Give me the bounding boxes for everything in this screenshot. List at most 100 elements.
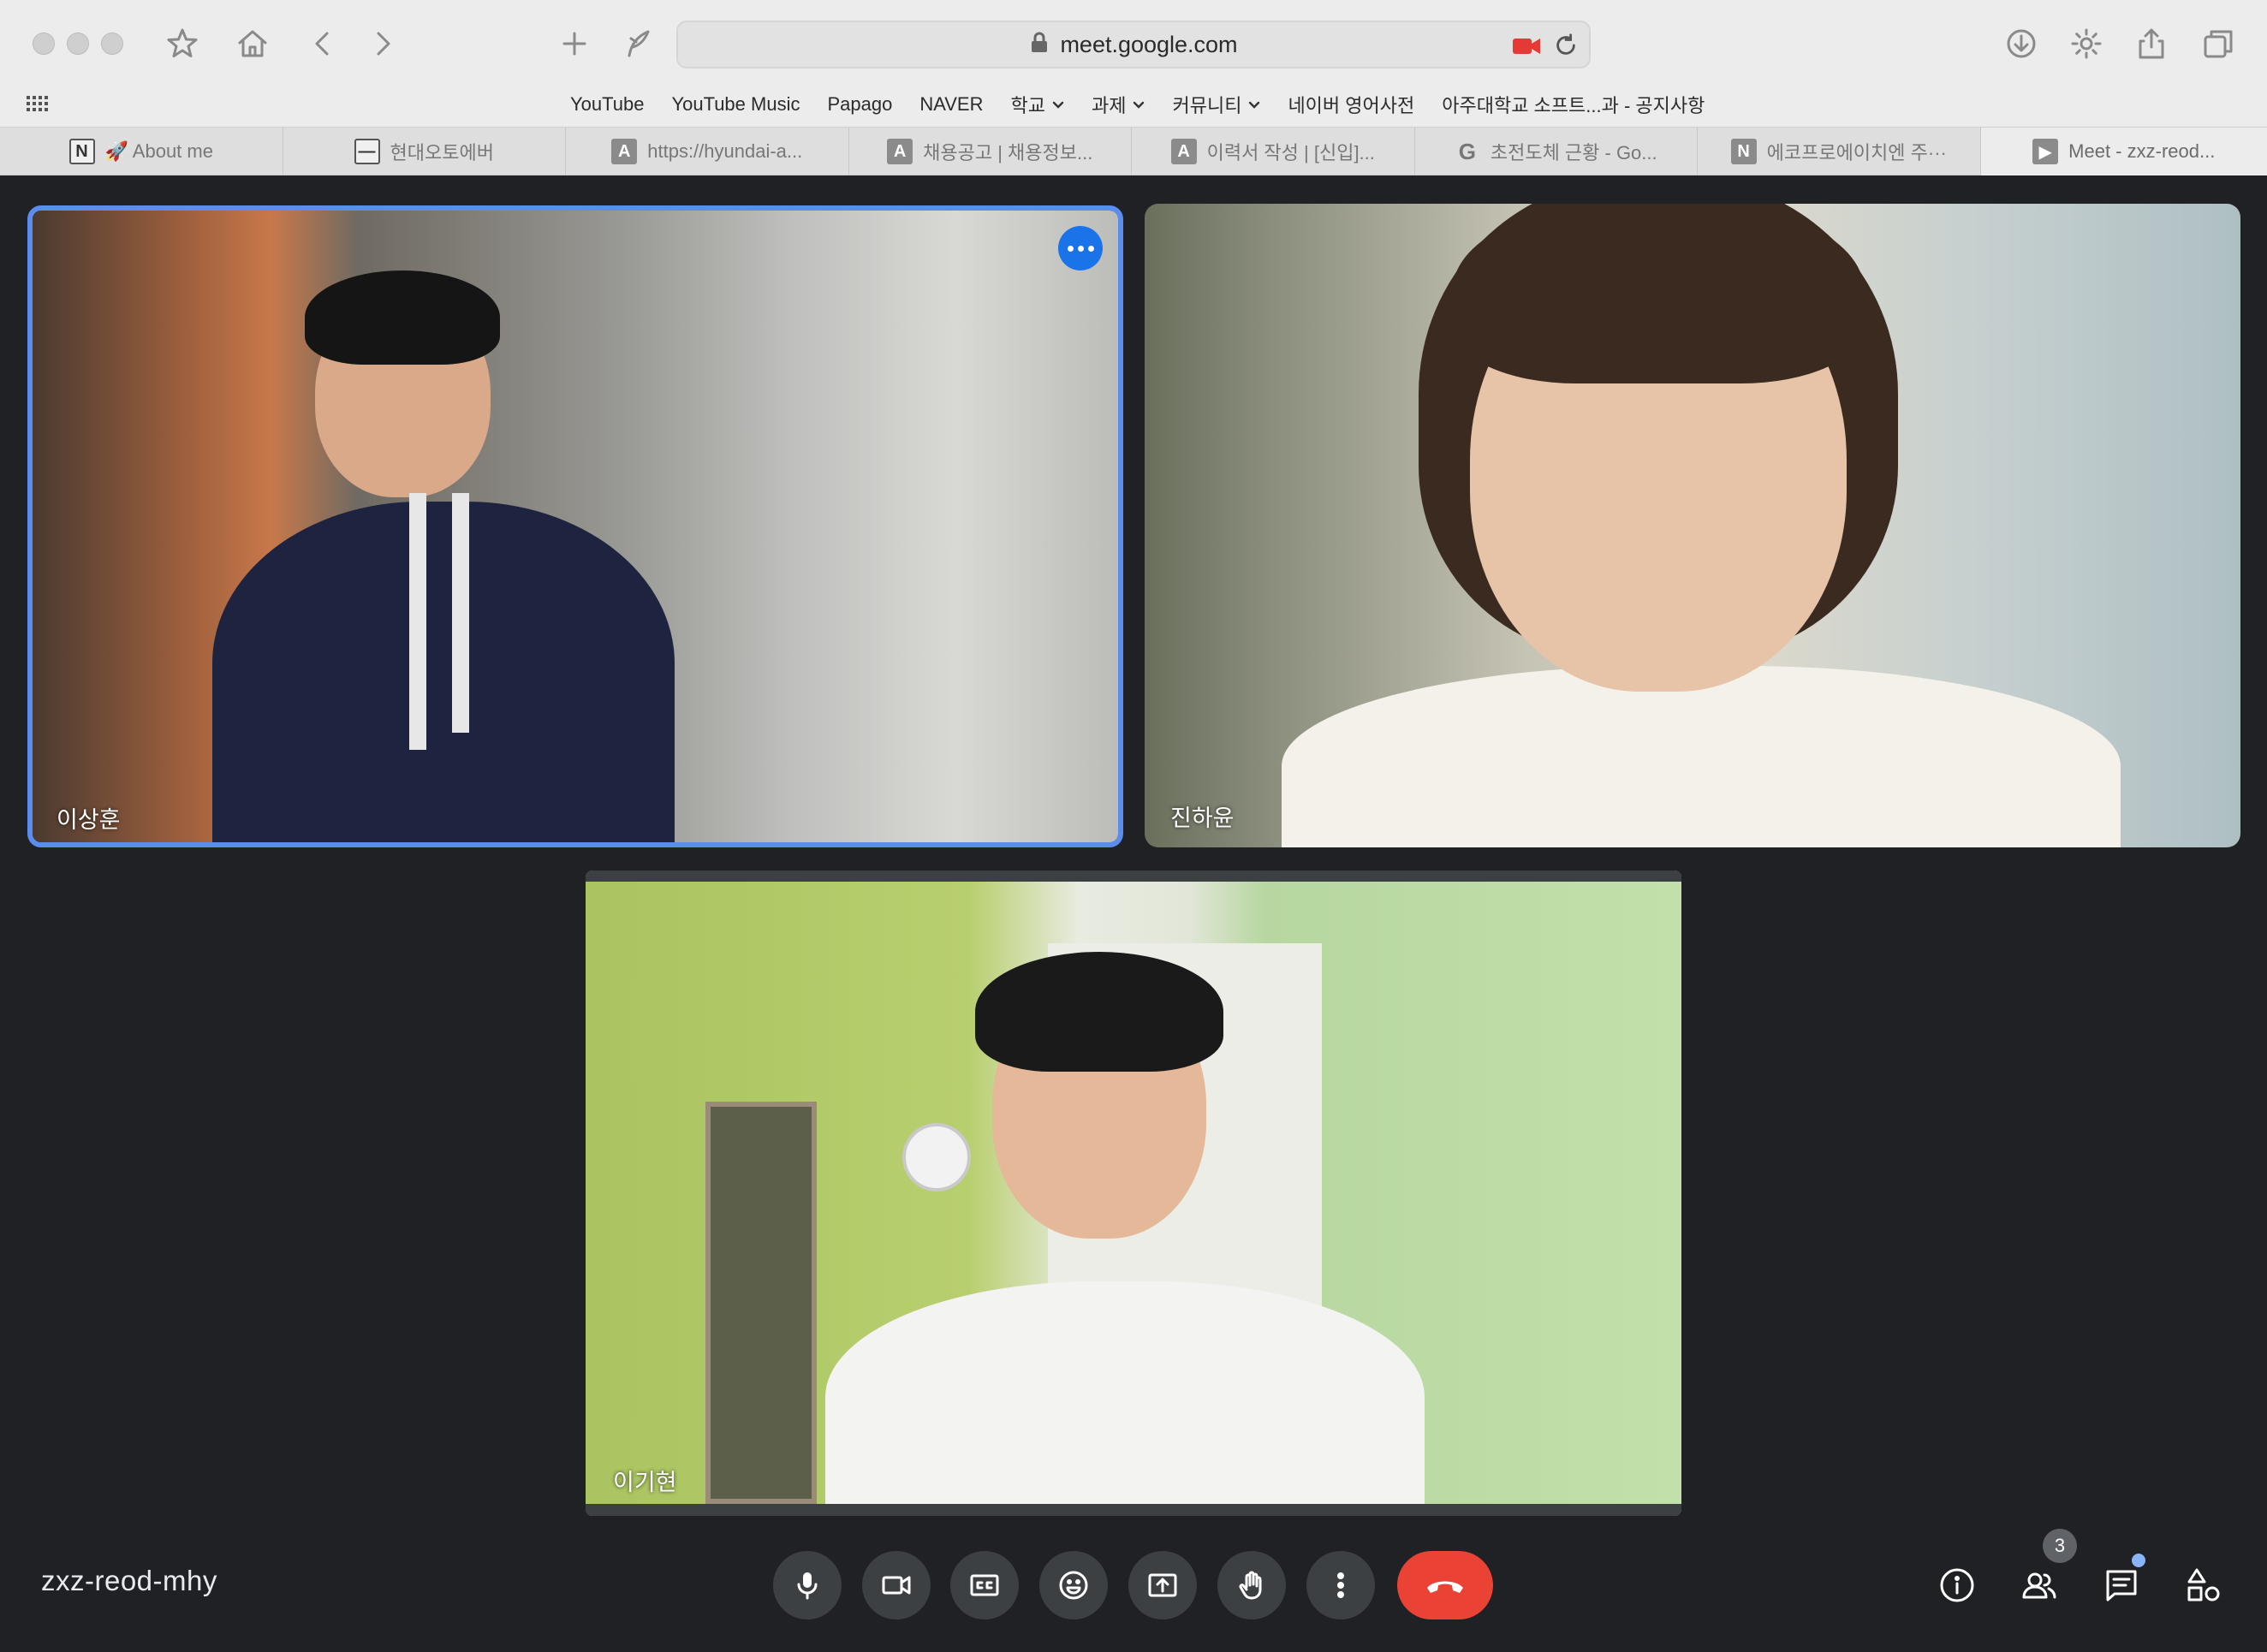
captions-icon bbox=[970, 1574, 999, 1596]
dot-icon bbox=[1087, 245, 1094, 252]
microphone-button[interactable] bbox=[773, 1551, 842, 1619]
tab-label: https://hyundai-a... bbox=[647, 140, 803, 162]
participant-figure bbox=[1145, 204, 2240, 847]
bookmark-label: YouTube bbox=[570, 93, 645, 115]
wall-clock bbox=[902, 1123, 971, 1191]
present-icon bbox=[1148, 1573, 1177, 1597]
hangup-icon bbox=[1427, 1581, 1463, 1593]
apps-grid-icon[interactable] bbox=[26, 94, 50, 119]
bookmark-item[interactable]: 아주대학교 소프트...과 - 공지사항 bbox=[1442, 91, 1705, 118]
bookmark-label: 아주대학교 소프트...과 - 공지사항 bbox=[1442, 95, 1705, 116]
chat-icon bbox=[2106, 1570, 2137, 1601]
participant-figure bbox=[586, 871, 1681, 1516]
bookmark-item[interactable]: 네이버 영어사전 bbox=[1288, 91, 1414, 118]
chevron-down-icon bbox=[1052, 101, 1064, 109]
more-options-button[interactable] bbox=[1306, 1551, 1375, 1619]
tab-label: 🚀 About me bbox=[104, 140, 213, 162]
close-window-button[interactable] bbox=[33, 33, 55, 55]
browser-tab[interactable]: — 현대오토에버 bbox=[283, 128, 566, 175]
participant-tile-3[interactable]: 이기현 bbox=[586, 871, 1681, 1516]
browser-tab[interactable]: Ahttps://hyundai-a... bbox=[566, 128, 849, 175]
address-bar[interactable]: meet.google.com bbox=[676, 21, 1591, 68]
bookmark-label: YouTube Music bbox=[671, 93, 800, 115]
bookmark-item[interactable]: YouTube Music bbox=[671, 93, 800, 116]
camera-button[interactable] bbox=[862, 1551, 931, 1619]
bookmark-item[interactable]: YouTube bbox=[570, 93, 644, 116]
bookmark-item[interactable]: 과제 bbox=[1092, 91, 1145, 118]
meeting-code: zxz-reod-mhy bbox=[41, 1565, 217, 1596]
people-count-badge: 3 bbox=[2043, 1529, 2077, 1563]
tab-label: Meet - zxz-reod... bbox=[2068, 140, 2216, 162]
leave-call-button[interactable] bbox=[1397, 1551, 1493, 1619]
bookmarks-bar: YouTube YouTube Music Papago NAVER 학교 과제 커뮤니티 네… bbox=[0, 86, 2267, 125]
favicon-icon: A bbox=[1170, 139, 1197, 164]
tile-top-bar bbox=[586, 871, 1681, 882]
favicon-icon: N bbox=[68, 139, 95, 164]
camera-recording-icon[interactable] bbox=[1512, 34, 1541, 62]
bookmark-star-icon[interactable] bbox=[161, 22, 204, 65]
favicon-icon: — bbox=[354, 139, 380, 164]
chevron-down-icon bbox=[1134, 101, 1145, 109]
reload-icon[interactable] bbox=[1553, 33, 1579, 62]
activities-icon bbox=[2187, 1568, 2220, 1601]
browser-toolbar: meet.google.com bbox=[0, 0, 2267, 86]
settings-gear-icon[interactable] bbox=[2065, 22, 2108, 65]
meeting-details-button[interactable] bbox=[1931, 1560, 1983, 1611]
hand-icon bbox=[1239, 1571, 1262, 1600]
bookmark-item[interactable]: 학교 bbox=[1011, 91, 1064, 118]
camera-icon bbox=[882, 1576, 911, 1595]
browser-tab[interactable]: N 에코프로에이치엔 주··· bbox=[1698, 128, 1981, 175]
bookmark-list: YouTube YouTube Music Papago NAVER 학교 과제 커뮤니티 네… bbox=[570, 91, 1705, 118]
more-options-button[interactable] bbox=[1058, 226, 1103, 270]
bookmark-label: 과제 bbox=[1091, 95, 1127, 116]
people-icon bbox=[2022, 1572, 2056, 1599]
participant-name: 진하윤 bbox=[1170, 805, 1235, 831]
people-button[interactable] bbox=[2014, 1560, 2065, 1611]
present-screen-button[interactable] bbox=[1128, 1551, 1197, 1619]
participant-tile-1[interactable]: 이상훈 bbox=[27, 205, 1123, 847]
bookmark-label: NAVER bbox=[919, 93, 984, 115]
bookmark-label: 네이버 영어사전 bbox=[1288, 95, 1415, 116]
emoji-icon bbox=[1059, 1571, 1088, 1600]
browser-tab[interactable]: A 채용공고 | 채용정보... bbox=[849, 128, 1132, 175]
favicon-icon: A bbox=[887, 139, 913, 164]
tab-label: 이력서 작성 | [신입]... bbox=[1206, 142, 1375, 163]
dot-icon bbox=[1077, 245, 1084, 252]
bookmark-label: 커뮤니티 bbox=[1172, 95, 1242, 116]
reactions-button[interactable] bbox=[1039, 1551, 1108, 1619]
home-icon[interactable] bbox=[231, 22, 274, 65]
bookmark-label: 학교 bbox=[1010, 95, 1045, 116]
downloads-icon[interactable] bbox=[2000, 22, 2043, 65]
tile-bottom-bar bbox=[586, 1504, 1681, 1516]
tab-strip: N 🚀 About me — 현대오토에버 Ahttps://hyundai-a... A… bbox=[0, 127, 2267, 175]
favicon-icon: ▶ bbox=[2032, 139, 2059, 164]
extension-icon[interactable] bbox=[616, 22, 659, 65]
captions-button[interactable] bbox=[950, 1551, 1019, 1619]
lock-icon bbox=[1029, 32, 1050, 58]
new-tab-icon[interactable] bbox=[553, 22, 596, 65]
browser-tab[interactable]: A 이력서 작성 | [신입]... bbox=[1132, 128, 1415, 175]
tab-overview-icon[interactable] bbox=[2197, 22, 2240, 65]
bookmark-item[interactable]: NAVER bbox=[919, 93, 983, 116]
tab-label: 초전도체 근황 - Go... bbox=[1490, 142, 1657, 163]
tab-label: 에코프로에이치엔 주··· bbox=[1766, 142, 1947, 163]
favicon-icon: G bbox=[1458, 138, 1476, 164]
more-vertical-icon bbox=[1337, 1572, 1344, 1598]
participant-name: 이상훈 bbox=[57, 807, 121, 833]
participant-tile-2[interactable]: 진하윤 bbox=[1145, 204, 2240, 847]
browser-chrome: meet.google.com YouTube YouTube Music Pa… bbox=[0, 0, 2267, 175]
bookmark-item[interactable]: Papago bbox=[827, 93, 892, 116]
minimize-window-button[interactable] bbox=[67, 33, 89, 55]
zoom-window-button[interactable] bbox=[101, 33, 123, 55]
browser-tab[interactable]: G 초전도체 근황 - Go... bbox=[1415, 128, 1698, 175]
raise-hand-button[interactable] bbox=[1217, 1551, 1286, 1619]
bookmark-item[interactable]: 커뮤니티 bbox=[1172, 91, 1260, 118]
url-text: meet.google.com bbox=[1060, 31, 1238, 57]
browser-tab[interactable]: N 🚀 About me bbox=[0, 128, 283, 175]
forward-icon[interactable] bbox=[361, 22, 404, 65]
back-icon[interactable] bbox=[301, 22, 344, 65]
share-icon[interactable] bbox=[2130, 22, 2173, 65]
activities-button[interactable] bbox=[2178, 1560, 2229, 1611]
browser-tab[interactable]: ▶ Meet - zxz-reod... bbox=[1980, 128, 2267, 175]
chat-button[interactable] bbox=[2096, 1560, 2147, 1611]
